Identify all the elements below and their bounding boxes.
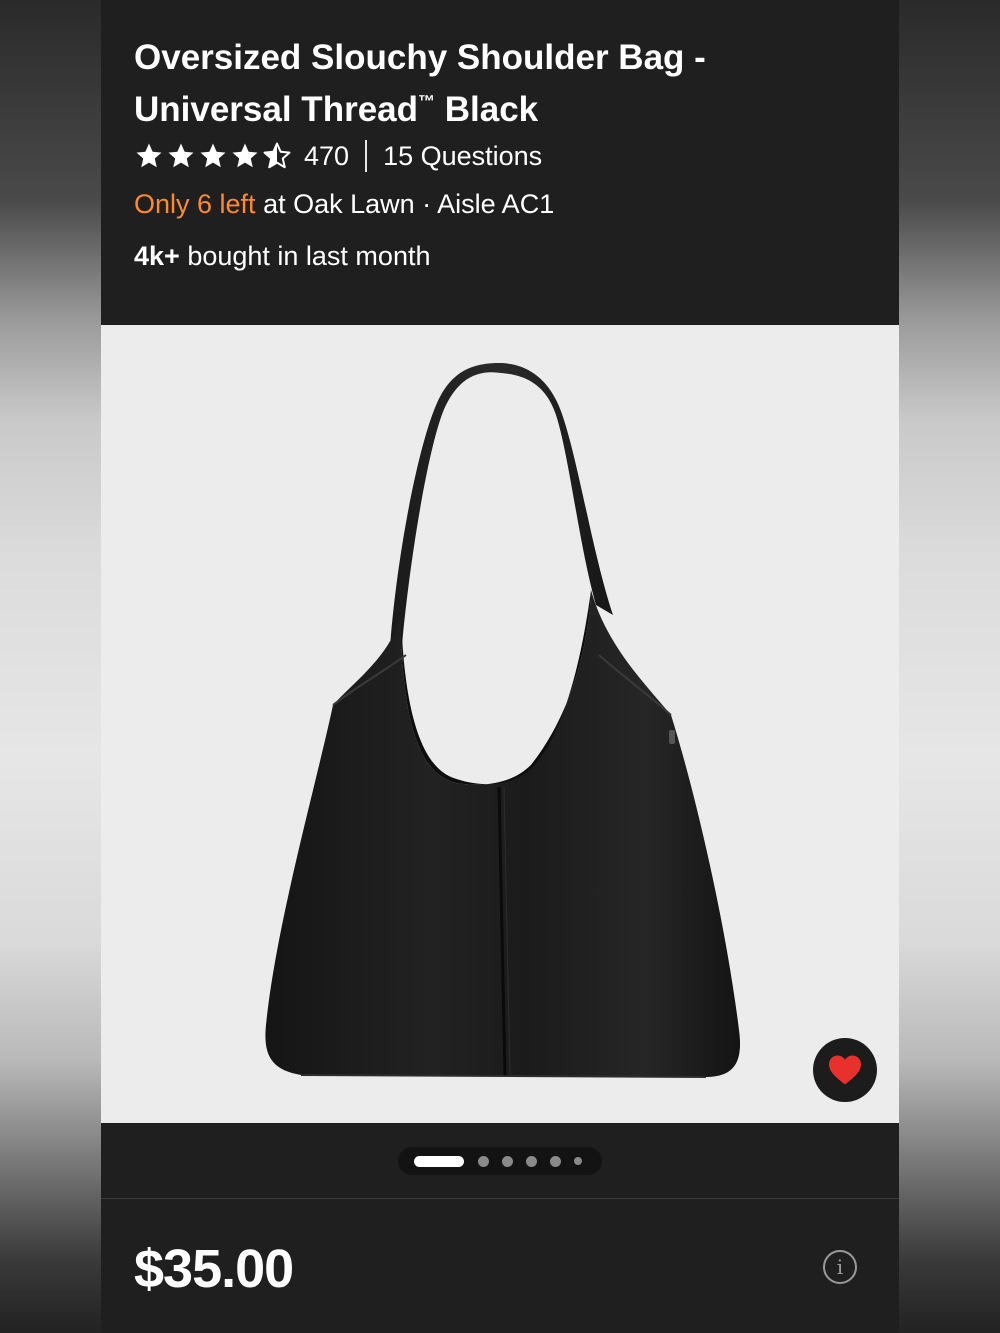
- star-half-icon: [263, 142, 291, 169]
- product-screen: Oversized Slouchy Shoulder Bag - Univers…: [101, 0, 899, 1333]
- purchase-count-text: bought in last month: [179, 241, 431, 271]
- low-stock-label: Only 6 left: [134, 189, 256, 219]
- info-icon[interactable]: i: [823, 1250, 857, 1284]
- rating-row[interactable]: 470 15 Questions: [134, 138, 542, 174]
- product-image[interactable]: [101, 325, 899, 1123]
- star-rating[interactable]: [134, 141, 292, 171]
- product-header: Oversized Slouchy Shoulder Bag - Univers…: [101, 0, 899, 325]
- star-full-icon: [232, 143, 258, 168]
- rating-divider: [365, 140, 368, 172]
- star-full-icon: [168, 143, 194, 168]
- image-pager[interactable]: [398, 1147, 602, 1175]
- purchase-count: 4k+ bought in last month: [134, 241, 430, 272]
- favorite-button[interactable]: [813, 1038, 877, 1102]
- heart-icon: [829, 1055, 861, 1085]
- star-full-icon: [136, 143, 162, 168]
- product-title-color: Black: [435, 90, 539, 129]
- review-count-link[interactable]: 470: [304, 141, 349, 172]
- pager-dot-active[interactable]: [414, 1155, 464, 1167]
- pager-dot[interactable]: [574, 1157, 582, 1165]
- product-title-main: Oversized Slouchy Shoulder Bag - Univers…: [134, 38, 706, 129]
- section-divider: [101, 1198, 899, 1199]
- pager-dot[interactable]: [550, 1155, 561, 1167]
- product-image-carousel[interactable]: [101, 325, 899, 1123]
- store-availability[interactable]: Only 6 left at Oak Lawn · Aisle AC1: [134, 189, 554, 220]
- store-aisle-label: at Oak Lawn · Aisle AC1: [255, 189, 555, 219]
- star-full-icon: [200, 143, 226, 168]
- trademark-symbol: ™: [418, 92, 435, 111]
- product-price: $35.00: [134, 1239, 294, 1299]
- purchase-count-value: 4k+: [134, 241, 180, 271]
- pager-dot[interactable]: [502, 1155, 513, 1167]
- questions-link[interactable]: 15 Questions: [383, 141, 542, 172]
- pager-dot[interactable]: [526, 1155, 537, 1167]
- pager-dot[interactable]: [478, 1155, 489, 1167]
- product-title: Oversized Slouchy Shoulder Bag - Univers…: [134, 36, 854, 132]
